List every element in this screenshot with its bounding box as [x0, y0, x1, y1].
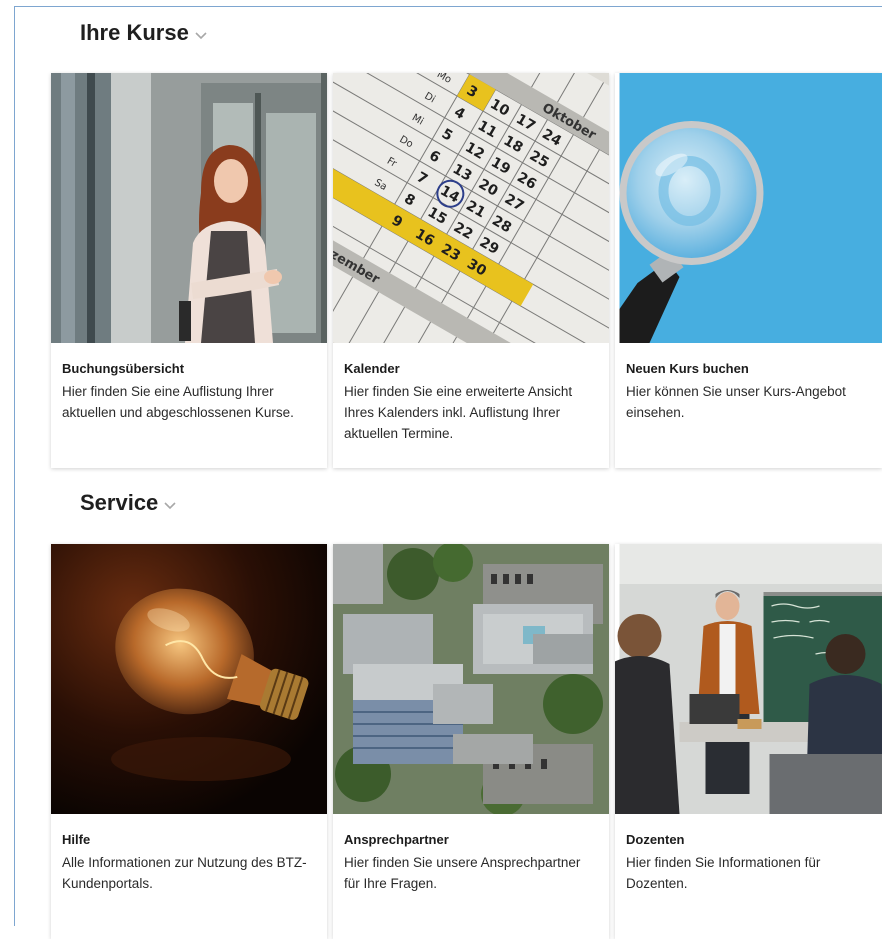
card-title: Neuen Kurs buchen — [626, 360, 872, 377]
light-bulb-image — [51, 544, 327, 814]
card-body: Kalender Hier finden Sie eine erweiterte… — [344, 360, 599, 444]
woman-at-door-image — [51, 73, 327, 343]
card-body: Buchungsübersicht Hier finden Sie eine A… — [62, 360, 317, 423]
card-description: Hier finden Sie unsere Ansprechpartner f… — [344, 852, 599, 894]
card-title: Dozenten — [626, 831, 872, 848]
section-title-ihre-kurse[interactable]: Ihre Kurse — [80, 22, 207, 44]
section-title-text: Service — [80, 492, 158, 514]
card-description: Hier finden Sie eine erweiterte Ansicht … — [344, 381, 599, 444]
magnifying-glass-image — [615, 73, 882, 343]
chevron-down-icon — [195, 30, 207, 40]
card-description: Hier finden Sie Informationen für Dozent… — [626, 852, 872, 894]
calendar-image: Oktober Mo Di Mi Do Fr Sa So 3 4 — [333, 73, 609, 343]
service-grid: Hilfe Alle Informationen zur Nutzung des… — [51, 544, 882, 939]
card-buchungsuebersicht[interactable]: Buchungsübersicht Hier finden Sie eine A… — [51, 73, 327, 468]
courses-grid: Buchungsübersicht Hier finden Sie eine A… — [51, 73, 882, 468]
card-dozenten[interactable]: Dozenten Hier finden Sie Informationen f… — [615, 544, 882, 939]
lecturer-classroom-image — [615, 544, 882, 814]
campus-aerial-image — [333, 544, 609, 814]
card-title: Kalender — [344, 360, 599, 377]
card-description: Hier finden Sie eine Auflistung Ihrer ak… — [62, 381, 317, 423]
section-title-service[interactable]: Service — [80, 492, 176, 514]
card-description: Alle Informationen zur Nutzung des BTZ-K… — [62, 852, 317, 894]
card-description: Hier können Sie unser Kurs-Angebot einse… — [626, 381, 872, 423]
card-body: Dozenten Hier finden Sie Informationen f… — [626, 831, 872, 894]
card-neuen-kurs-buchen[interactable]: Neuen Kurs buchen Hier können Sie unser … — [615, 73, 882, 468]
card-title: Buchungsübersicht — [62, 360, 317, 377]
card-title: Hilfe — [62, 831, 317, 848]
card-kalender[interactable]: Oktober Mo Di Mi Do Fr Sa So 3 4 — [333, 73, 609, 468]
card-body: Hilfe Alle Informationen zur Nutzung des… — [62, 831, 317, 894]
frame-border-top — [14, 6, 882, 7]
card-body: Neuen Kurs buchen Hier können Sie unser … — [626, 360, 872, 423]
card-ansprechpartner[interactable]: Ansprechpartner Hier finden Sie unsere A… — [333, 544, 609, 939]
card-hilfe[interactable]: Hilfe Alle Informationen zur Nutzung des… — [51, 544, 327, 939]
card-title: Ansprechpartner — [344, 831, 599, 848]
section-title-text: Ihre Kurse — [80, 22, 189, 44]
chevron-down-icon — [164, 500, 176, 510]
card-body: Ansprechpartner Hier finden Sie unsere A… — [344, 831, 599, 894]
frame-border-left — [14, 6, 15, 926]
